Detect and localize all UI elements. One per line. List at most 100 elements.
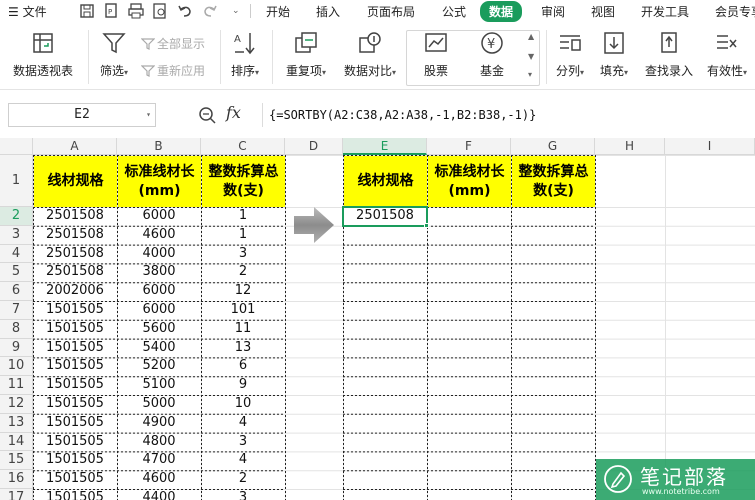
data-cell[interactable]: 4	[201, 414, 285, 433]
data-cell[interactable]: 1501505	[33, 414, 117, 433]
tab-review[interactable]: 审阅	[541, 3, 565, 20]
data-cell[interactable]: 3	[201, 433, 285, 452]
data-cell[interactable]: 4000	[117, 245, 201, 264]
duplicates-button[interactable]: 重复项▾	[280, 30, 332, 79]
data-cell[interactable]: 4600	[117, 226, 201, 245]
row-header[interactable]: 9	[0, 338, 33, 358]
data-cell[interactable]: 4800	[117, 433, 201, 452]
column-header-d[interactable]: D	[285, 138, 343, 155]
data-cell[interactable]: 1501505	[33, 470, 117, 489]
column-header-b[interactable]: B	[117, 138, 201, 155]
header-cell-result[interactable]: 线材规格	[344, 156, 427, 207]
sort-button[interactable]: A 排序▾	[226, 30, 264, 79]
lookup-entry-button[interactable]: 查找录入	[642, 30, 696, 79]
data-cell[interactable]: 11	[201, 320, 285, 339]
expand-gallery-icon[interactable]: ▾	[528, 70, 532, 79]
row-header[interactable]: 8	[0, 319, 33, 339]
data-cell[interactable]: 4400	[117, 489, 201, 500]
save-icon[interactable]	[78, 2, 96, 20]
data-cell[interactable]: 13	[201, 339, 285, 358]
data-cell[interactable]: 2501508	[33, 226, 117, 245]
data-compare-button[interactable]: 数据对比▾	[340, 30, 400, 79]
export-icon[interactable]: P	[103, 2, 121, 20]
data-cell[interactable]: 1501505	[33, 301, 117, 320]
data-cell[interactable]: 2501508	[33, 245, 117, 264]
header-cell-source[interactable]: 线材规格	[34, 156, 117, 207]
row-header[interactable]: 7	[0, 301, 33, 320]
customize-toolbar-icon[interactable]: ⌄	[232, 6, 240, 16]
data-cell[interactable]: 1	[201, 226, 285, 245]
column-header-c[interactable]: C	[201, 138, 285, 155]
split-column-button[interactable]: 分列▾	[552, 30, 588, 79]
data-cell[interactable]: 3800	[117, 263, 201, 282]
data-cell[interactable]: 9	[201, 376, 285, 395]
data-cell[interactable]: 6000	[117, 282, 201, 301]
data-cell[interactable]: 1501505	[33, 339, 117, 358]
row-header[interactable]: 6	[0, 282, 33, 301]
data-cell[interactable]: 4900	[117, 414, 201, 433]
data-cell[interactable]: 6	[201, 357, 285, 376]
header-cell-result[interactable]: 标准线材长(mm)	[428, 156, 511, 207]
fx-icon[interactable]: fx	[226, 103, 241, 122]
data-cell[interactable]: 1501505	[33, 320, 117, 339]
data-cell[interactable]: 2	[201, 263, 285, 282]
data-cell[interactable]: 101	[201, 301, 285, 320]
data-cell[interactable]: 5200	[117, 357, 201, 376]
column-header-g[interactable]: G	[511, 138, 595, 155]
name-box[interactable]: E2 ▾	[8, 103, 156, 127]
tab-developer[interactable]: 开发工具	[641, 3, 689, 20]
row-header[interactable]: 5	[0, 263, 33, 283]
data-cell[interactable]: 6000	[117, 301, 201, 320]
data-cell[interactable]: 12	[201, 282, 285, 301]
row-header[interactable]: 10	[0, 357, 33, 377]
data-cell[interactable]: 4	[201, 451, 285, 470]
data-cell[interactable]: 1501505	[33, 451, 117, 470]
row-header[interactable]: 2	[0, 207, 33, 226]
filter-button[interactable]: 筛选▾	[96, 30, 132, 79]
data-cell[interactable]: 6000	[117, 207, 201, 226]
data-cell[interactable]: 5600	[117, 320, 201, 339]
show-all-button[interactable]: 全部显示	[140, 35, 205, 52]
scroll-up-icon[interactable]: ▲	[528, 32, 534, 41]
scroll-down-icon[interactable]: ▼	[528, 52, 534, 61]
fill-button[interactable]: 填充▾	[596, 30, 632, 79]
column-header-h[interactable]: H	[595, 138, 665, 155]
row-header[interactable]: 16	[0, 470, 33, 489]
row-header[interactable]: 15	[0, 451, 33, 471]
data-cell[interactable]: 5400	[117, 339, 201, 358]
row-header[interactable]: 4	[0, 244, 33, 264]
row-header[interactable]: 1	[0, 155, 33, 207]
row-header[interactable]: 12	[0, 395, 33, 414]
tab-view[interactable]: 视图	[591, 3, 615, 20]
fill-handle[interactable]	[424, 222, 429, 228]
tab-page-layout[interactable]: 页面布局	[367, 3, 415, 20]
chevron-down-icon[interactable]: ▾	[146, 104, 151, 126]
tab-home[interactable]: 开始	[266, 3, 290, 20]
data-cell[interactable]: 10	[201, 395, 285, 414]
row-header[interactable]: 13	[0, 413, 33, 433]
fund-button[interactable]: ¥ 基金	[472, 30, 512, 79]
data-cell[interactable]: 5100	[117, 376, 201, 395]
data-cell[interactable]: 4600	[117, 470, 201, 489]
data-cell[interactable]: 1501505	[33, 357, 117, 376]
print-preview-icon[interactable]	[151, 2, 169, 20]
formula-input[interactable]: {=SORTBY(A2:C38,A2:A38,-1,B2:B38,-1)}	[262, 103, 752, 127]
row-header[interactable]: 3	[0, 225, 33, 245]
row-header[interactable]: 11	[0, 376, 33, 395]
column-header-i[interactable]: I	[665, 138, 755, 155]
tab-member[interactable]: 会员专享	[715, 3, 755, 20]
column-header-f[interactable]: F	[427, 138, 511, 155]
data-cell[interactable]: 4700	[117, 451, 201, 470]
row-header[interactable]: 14	[0, 432, 33, 452]
data-cell[interactable]: 1501505	[33, 489, 117, 500]
validity-button[interactable]: 有效性▾	[704, 30, 750, 79]
data-cell[interactable]: 1501505	[33, 433, 117, 452]
data-cell[interactable]: 5000	[117, 395, 201, 414]
file-menu[interactable]: ☰ 文件	[8, 3, 47, 20]
tab-data[interactable]: 数据	[480, 1, 523, 22]
data-cell[interactable]: 2	[201, 470, 285, 489]
data-cell[interactable]: 2501508	[33, 263, 117, 282]
reapply-button[interactable]: 重新应用	[140, 62, 205, 79]
header-cell-source[interactable]: 标准线材长(mm)	[118, 156, 201, 207]
data-cell[interactable]: 1501505	[33, 376, 117, 395]
